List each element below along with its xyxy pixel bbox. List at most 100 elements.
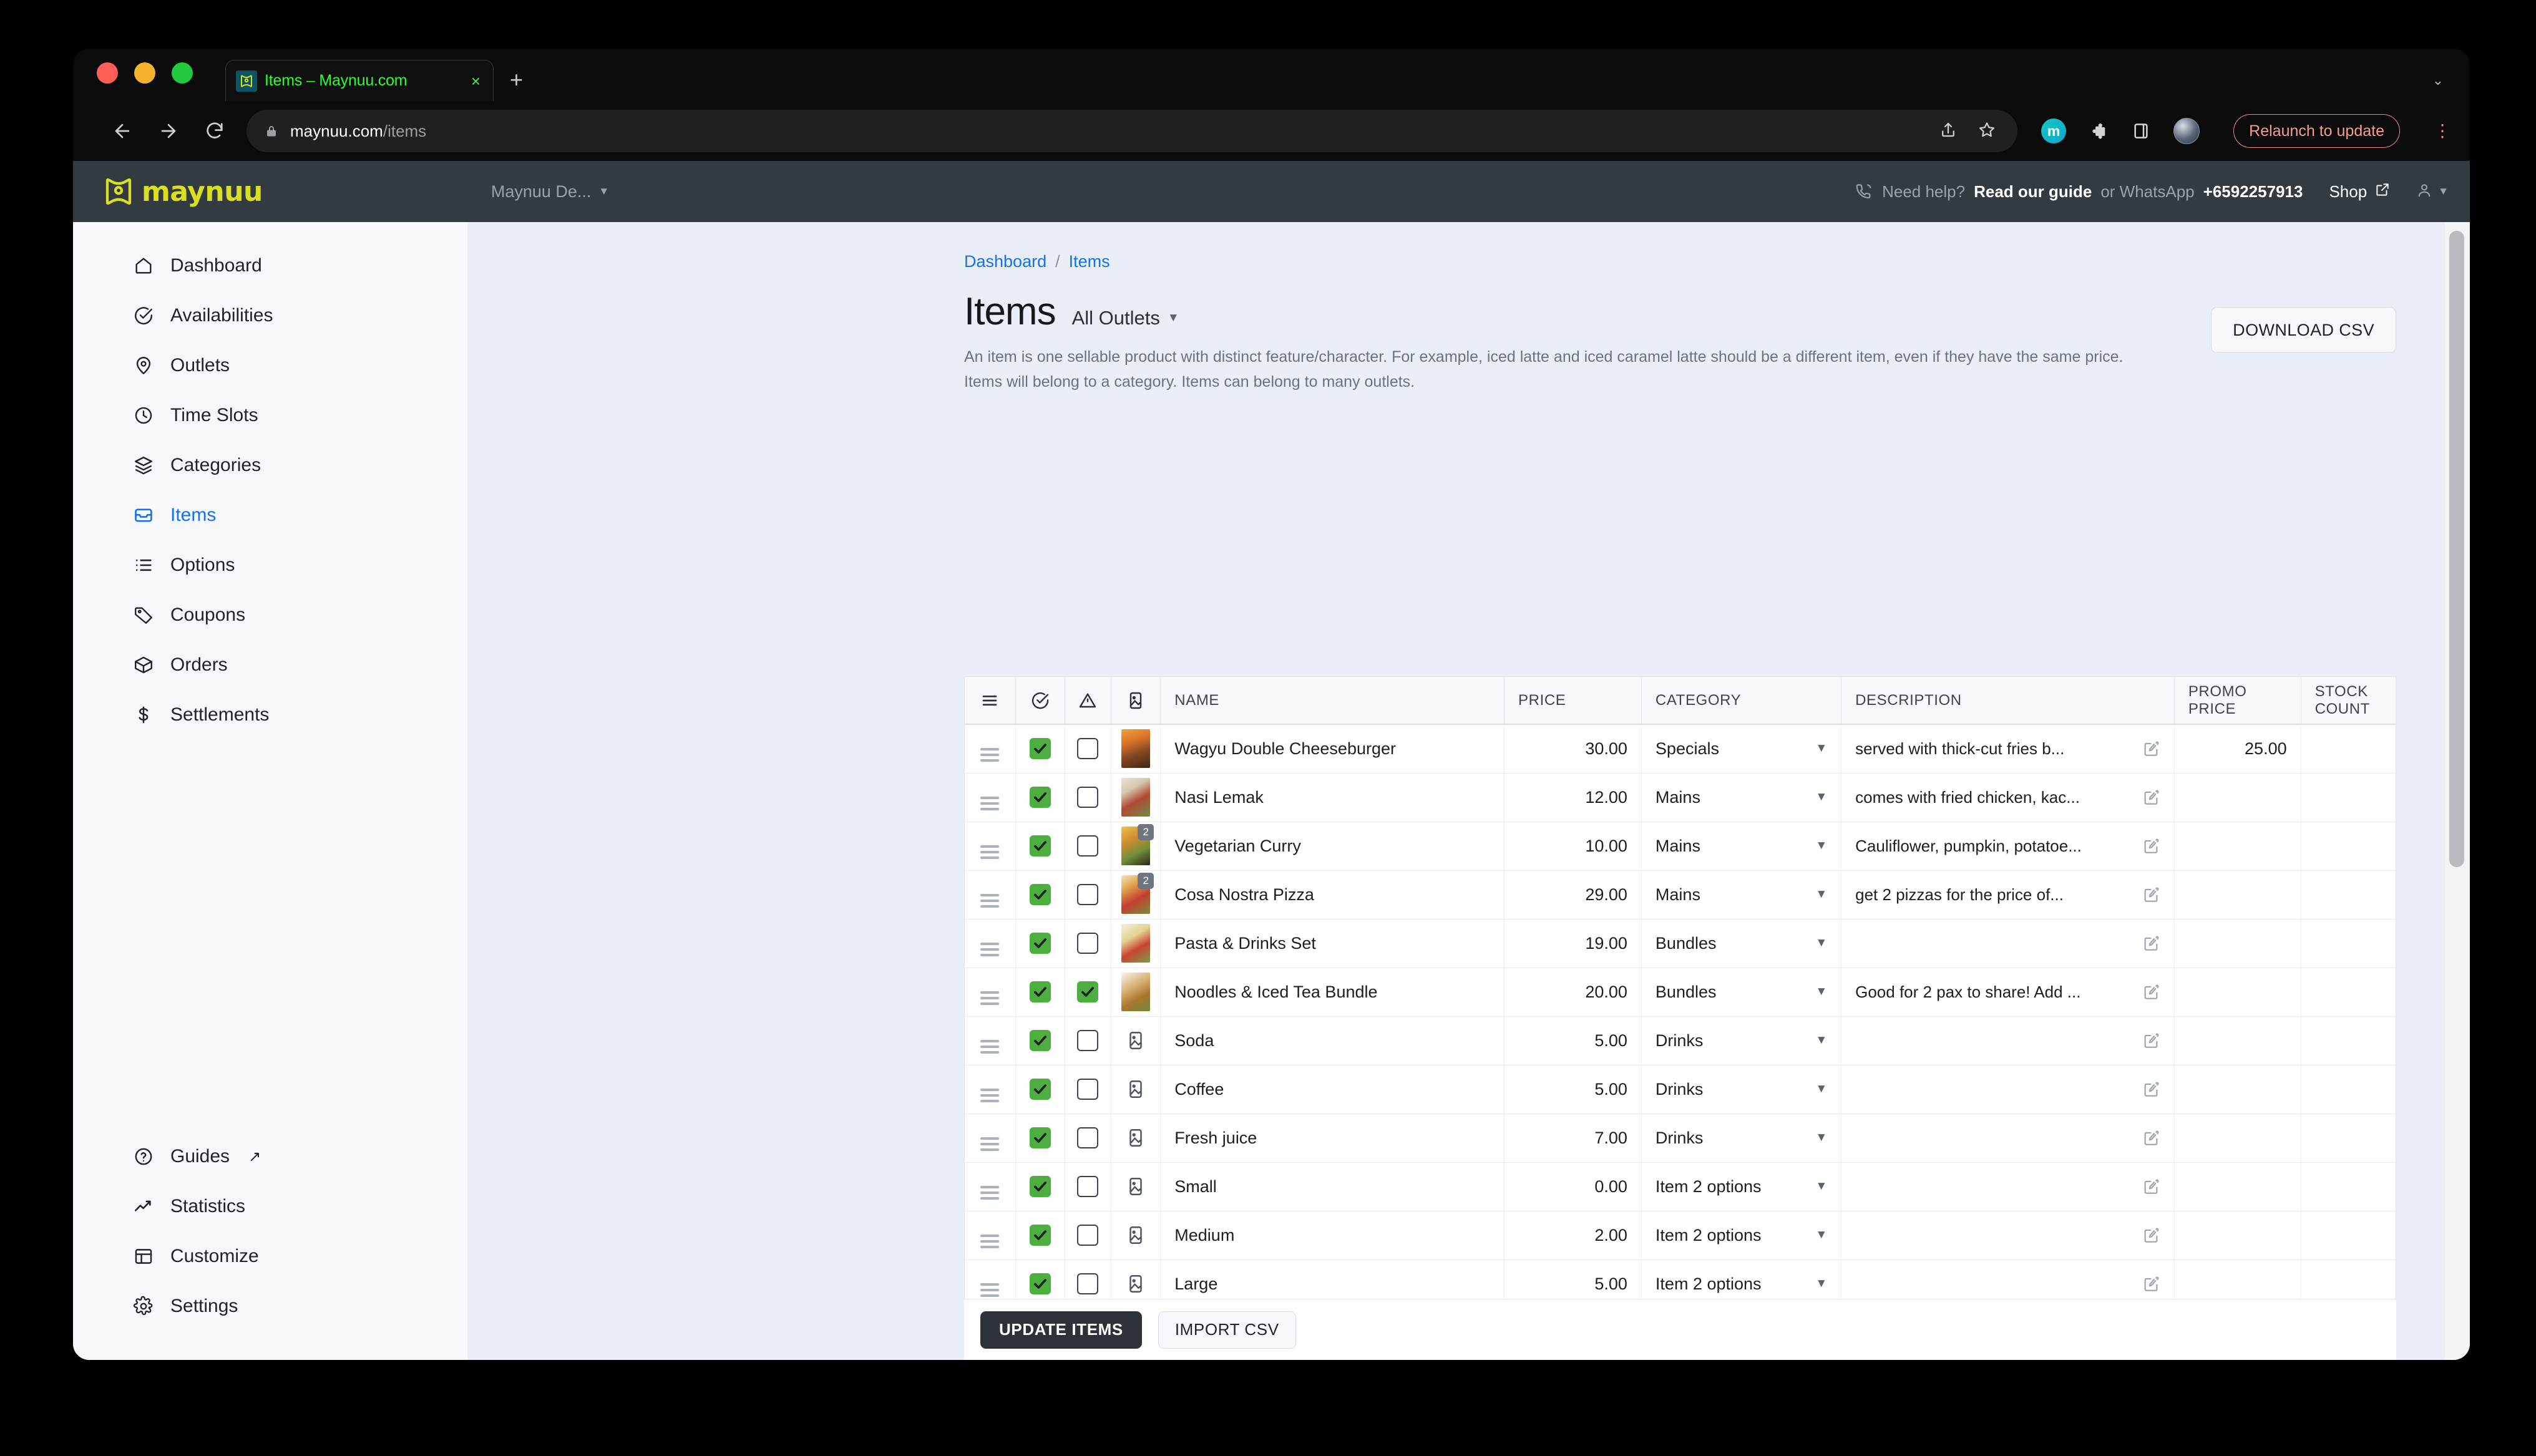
- page-scrollbar[interactable]: [2445, 222, 2470, 1360]
- chevron-down-icon[interactable]: ⌄: [2432, 72, 2444, 89]
- edit-description-icon[interactable]: [2142, 1080, 2160, 1099]
- row-price-cell[interactable]: 5.00: [1504, 1065, 1642, 1114]
- row-warning-checkbox[interactable]: [1065, 773, 1112, 822]
- profile-avatar[interactable]: [2173, 118, 2200, 144]
- edit-description-icon[interactable]: [2142, 1226, 2160, 1245]
- row-warning-checkbox[interactable]: [1065, 724, 1112, 774]
- available-checkbox[interactable]: [1029, 1273, 1051, 1294]
- edit-description-icon[interactable]: [2142, 885, 2160, 904]
- sidebar-item-outlets[interactable]: Outlets: [73, 341, 467, 391]
- row-promo-price-cell[interactable]: [2174, 1211, 2301, 1260]
- row-thumbnail-cell[interactable]: [1111, 1114, 1161, 1163]
- row-category-cell[interactable]: Item 2 options ▼: [1641, 1211, 1842, 1260]
- row-stock-count-cell[interactable]: [2301, 1065, 2396, 1114]
- edit-description-icon[interactable]: [2142, 983, 2160, 1001]
- row-stock-count-cell[interactable]: [2301, 1211, 2396, 1260]
- item-thumbnail[interactable]: [1121, 973, 1151, 1011]
- row-description-cell[interactable]: Cauliflower, pumpkin, potatoe...: [1841, 822, 2175, 871]
- row-drag-handle[interactable]: [965, 1114, 1016, 1163]
- row-drag-handle[interactable]: [965, 1211, 1016, 1260]
- row-stock-count-cell[interactable]: [2301, 870, 2396, 920]
- user-menu-dropdown[interactable]: ▼: [2416, 182, 2449, 202]
- sidebar-item-coupons[interactable]: Coupons: [73, 590, 467, 640]
- table-row[interactable]: Nasi Lemak 12.00 Mains ▼ comes with fried ch…: [965, 773, 2396, 822]
- row-thumbnail-cell[interactable]: [1111, 968, 1161, 1017]
- warning-checkbox[interactable]: [1077, 981, 1099, 1002]
- back-button[interactable]: [99, 108, 145, 154]
- bookmark-star-icon[interactable]: [1978, 120, 1996, 142]
- row-description-cell[interactable]: get 2 pizzas for the price of...: [1841, 870, 2175, 920]
- available-checkbox[interactable]: [1029, 884, 1051, 905]
- warning-checkbox[interactable]: [1077, 1176, 1099, 1197]
- row-promo-price-cell[interactable]: [2174, 1016, 2301, 1065]
- row-description-cell[interactable]: [1841, 1016, 2175, 1065]
- row-category-cell[interactable]: Drinks ▼: [1641, 1065, 1842, 1114]
- store-switcher-dropdown[interactable]: Maynuu De... ▼: [491, 182, 609, 201]
- table-row[interactable]: Noodles & Iced Tea Bundle 20.00 Bundles ▼ Go…: [965, 968, 2396, 1017]
- image-placeholder-icon[interactable]: [1125, 1273, 1146, 1293]
- row-thumbnail-cell[interactable]: [1111, 1162, 1161, 1211]
- warning-checkbox[interactable]: [1077, 835, 1099, 857]
- available-checkbox[interactable]: [1029, 1030, 1051, 1051]
- row-name-cell[interactable]: Small: [1160, 1162, 1505, 1211]
- available-checkbox[interactable]: [1029, 1079, 1051, 1100]
- row-drag-handle[interactable]: [965, 919, 1016, 968]
- row-name-cell[interactable]: Fresh juice: [1160, 1114, 1505, 1163]
- item-thumbnail[interactable]: [1121, 729, 1151, 769]
- row-promo-price-cell[interactable]: [2174, 1114, 2301, 1163]
- edit-description-icon[interactable]: [2142, 1177, 2160, 1196]
- row-warning-checkbox[interactable]: [1065, 1016, 1112, 1065]
- row-price-cell[interactable]: 20.00: [1504, 968, 1642, 1017]
- row-price-cell[interactable]: 19.00: [1504, 919, 1642, 968]
- row-warning-checkbox[interactable]: [1065, 1065, 1112, 1114]
- row-promo-price-cell[interactable]: [2174, 1065, 2301, 1114]
- row-drag-handle[interactable]: [965, 1016, 1016, 1065]
- close-window-button[interactable]: [97, 62, 118, 84]
- row-promo-price-cell[interactable]: [2174, 773, 2301, 822]
- row-drag-handle[interactable]: [965, 822, 1016, 871]
- table-row[interactable]: Fresh juice7.00Drinks▼deliveryself-picku…: [965, 1114, 2396, 1163]
- row-available-checkbox[interactable]: [1015, 773, 1065, 822]
- row-price-cell[interactable]: 30.00: [1504, 724, 1642, 774]
- chevron-down-icon[interactable]: ▼: [1815, 936, 1827, 950]
- row-price-cell[interactable]: 2.00: [1504, 1211, 1642, 1260]
- forward-button[interactable]: [145, 108, 192, 154]
- row-price-cell[interactable]: 10.00: [1504, 822, 1642, 871]
- sidebar-item-settings[interactable]: Settings: [73, 1281, 467, 1331]
- row-thumbnail-cell[interactable]: [1111, 724, 1161, 774]
- row-category-cell[interactable]: Drinks ▼: [1641, 1114, 1842, 1163]
- row-drag-handle[interactable]: [965, 870, 1016, 920]
- row-drag-handle[interactable]: [965, 724, 1016, 774]
- available-checkbox[interactable]: [1029, 1127, 1051, 1148]
- side-panel-icon[interactable]: [2131, 121, 2151, 141]
- chevron-down-icon[interactable]: ▼: [1815, 1034, 1827, 1047]
- page-scrollbar-thumb[interactable]: [2449, 231, 2464, 867]
- row-name-cell[interactable]: Wagyu Double Cheeseburger: [1160, 724, 1505, 774]
- row-available-checkbox[interactable]: [1015, 870, 1065, 920]
- warning-checkbox[interactable]: [1077, 1079, 1099, 1100]
- chevron-down-icon[interactable]: ▼: [1815, 1180, 1827, 1193]
- chevron-down-icon[interactable]: ▼: [1815, 790, 1827, 804]
- row-drag-handle[interactable]: [965, 968, 1016, 1017]
- item-thumbnail[interactable]: [1121, 924, 1151, 963]
- row-name-cell[interactable]: Medium: [1160, 1211, 1505, 1260]
- row-name-cell[interactable]: Soda: [1160, 1016, 1505, 1065]
- sidebar-item-dashboard[interactable]: Dashboard: [73, 241, 467, 291]
- row-description-cell[interactable]: [1841, 1114, 2175, 1163]
- reload-button[interactable]: [192, 108, 238, 154]
- row-stock-count-cell[interactable]: [2301, 1016, 2396, 1065]
- table-row[interactable]: 2 Vegetarian Curry 10.00 Mains ▼ Cauliflower,…: [965, 822, 2396, 871]
- table-row[interactable]: Pasta & Drinks Set19.00Bundles▼deliverys…: [965, 919, 2396, 968]
- url-input[interactable]: maynuu.com/items: [246, 110, 2018, 152]
- row-stock-count-cell[interactable]: [2301, 919, 2396, 968]
- row-category-cell[interactable]: Specials ▼: [1641, 724, 1842, 774]
- new-tab-button[interactable]: +: [510, 69, 523, 91]
- row-promo-price-cell[interactable]: [2174, 968, 2301, 1017]
- row-available-checkbox[interactable]: [1015, 724, 1065, 774]
- maynuu-logo[interactable]: maynuu: [102, 175, 263, 208]
- row-stock-count-cell[interactable]: [2301, 822, 2396, 871]
- available-checkbox[interactable]: [1029, 981, 1051, 1002]
- image-placeholder-icon[interactable]: [1125, 1225, 1146, 1244]
- download-csv-button[interactable]: DOWNLOAD CSV: [2211, 307, 2396, 353]
- sidebar-item-settlements[interactable]: Settlements: [73, 690, 467, 740]
